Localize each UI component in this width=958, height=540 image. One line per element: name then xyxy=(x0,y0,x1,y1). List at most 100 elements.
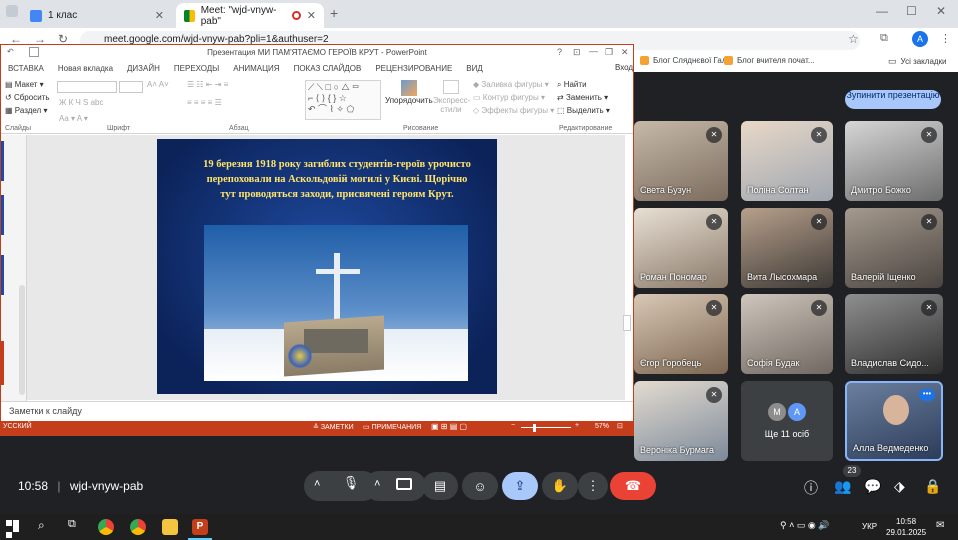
font-color-icons[interactable]: Aa ▾ A ▾ xyxy=(59,114,88,123)
participant-tile[interactable]: ✕ Поліна Солтан xyxy=(741,121,833,201)
notes-pane[interactable]: Заметки к слайду xyxy=(1,401,633,421)
scrollbar[interactable] xyxy=(19,285,25,395)
camera-icon[interactable] xyxy=(396,478,412,490)
powerpoint-icon[interactable]: P xyxy=(192,519,208,535)
host-controls-icon[interactable]: 🔒 xyxy=(924,478,941,495)
sign-in-link[interactable]: Вход xyxy=(615,63,633,72)
participant-tile[interactable]: ✕ Роман Пономар xyxy=(634,208,728,288)
notifications-icon[interactable]: ✉ xyxy=(936,520,944,531)
file-explorer-icon[interactable] xyxy=(162,519,178,535)
tab-insert[interactable]: ВСТАВКА xyxy=(1,62,51,76)
bookmark-star-icon[interactable]: ☆ xyxy=(848,32,859,46)
slide-text-box[interactable]: 19 березня 1918 року загиблих студентів-… xyxy=(201,157,473,225)
tab-search-icon[interactable] xyxy=(6,5,18,17)
font-name-select[interactable] xyxy=(57,81,117,93)
maximize-icon[interactable]: ☐ xyxy=(906,4,917,18)
zoom-level[interactable]: 57% xyxy=(595,423,609,430)
close-icon[interactable]: ✕ xyxy=(307,9,316,22)
zoom-slider[interactable] xyxy=(521,427,571,428)
quick-styles-button[interactable]: Экспресс-стили xyxy=(433,80,470,114)
new-tab-icon[interactable]: + xyxy=(330,5,338,21)
select-button[interactable]: ⬚ Выделить ▾ xyxy=(557,106,610,115)
participant-tile[interactable]: ✕ Дмитро Божко xyxy=(845,121,943,201)
reset-button[interactable]: ↺ Сбросить xyxy=(5,93,50,102)
windows-start-icon[interactable] xyxy=(6,520,20,538)
font-grow-icon[interactable]: A˄ A˅ xyxy=(147,80,169,89)
minimize-icon[interactable]: — xyxy=(589,46,598,56)
tab-review[interactable]: РЕЦЕНЗИРОВАНИЕ xyxy=(368,62,459,76)
leave-call-button[interactable]: ☎ xyxy=(610,472,656,500)
replace-button[interactable]: ⇄ Заменить ▾ xyxy=(557,93,608,102)
raise-hand-button[interactable]: ✋ xyxy=(542,472,578,500)
list-icons[interactable]: ☰ ☷ ⇤ ⇥ ≡ xyxy=(187,80,228,89)
participant-tile[interactable]: ✕ Света Бузун xyxy=(634,121,728,201)
chat-icon[interactable]: 💬 xyxy=(864,478,881,495)
stop-presenting-button[interactable]: Зупинити презентацію xyxy=(845,90,941,109)
tab-transitions[interactable]: ПЕРЕХОДЫ xyxy=(167,62,226,76)
align-icons[interactable]: ≡ ≡ ≡ ≡ ☰ xyxy=(187,98,222,107)
tab-view[interactable]: ВИД xyxy=(459,62,490,76)
minimize-icon[interactable]: — xyxy=(876,4,888,18)
shape-effects-button[interactable]: ◇ Эффекты фигуры ▾ xyxy=(473,106,554,115)
info-icon[interactable]: ⓘ xyxy=(804,478,818,498)
comments-toggle[interactable]: ▭ ПРИМЕЧАНИЯ xyxy=(363,423,421,431)
task-view-icon[interactable]: ⧉ xyxy=(68,518,76,531)
more-options-icon[interactable]: ••• xyxy=(919,389,935,401)
extensions-icon[interactable]: ⧉ xyxy=(880,32,888,45)
participant-tile[interactable]: ✕ Вита Лысохмара xyxy=(741,208,833,288)
slide-thumbnails[interactable] xyxy=(1,135,27,403)
tab-class[interactable]: 1 клас ✕ xyxy=(22,3,172,28)
find-button[interactable]: ⌕ Найти xyxy=(557,80,587,90)
arrange-button[interactable]: Упорядочить xyxy=(385,80,433,105)
chrome-icon[interactable] xyxy=(98,519,114,535)
bookmark-item[interactable]: Блог Сляднєвої Гал... xyxy=(640,56,733,65)
restore-icon[interactable]: ❐ xyxy=(605,47,613,58)
tab-meet[interactable]: Meet: "wjd-vnyw-pab" ✕ xyxy=(176,3,324,28)
present-button[interactable]: ⇪ xyxy=(502,472,538,500)
ribbon-display-icon[interactable]: ⊡ xyxy=(573,47,581,58)
participant-tile[interactable]: ✕ Владислав Сидо... xyxy=(845,294,943,374)
language-indicator[interactable]: УССКИЙ xyxy=(3,423,32,430)
all-bookmarks[interactable]: ▭ Усі закладки xyxy=(888,56,947,67)
chevron-up-icon[interactable]: ˄ xyxy=(374,478,380,490)
menu-icon[interactable]: ⋮ xyxy=(940,32,951,45)
chrome-profile-icon[interactable] xyxy=(130,519,146,535)
layout-button[interactable]: ▤ Макет ▾ xyxy=(5,80,44,89)
participant-tile-self[interactable]: ••• Алла Ведмеденко xyxy=(845,381,943,461)
shape-fill-button[interactable]: ◆ Заливка фигуры ▾ xyxy=(473,80,549,89)
font-size-select[interactable] xyxy=(119,81,143,93)
people-icon[interactable]: 👥 xyxy=(834,478,851,495)
tab-design[interactable]: ДИЗАЙН xyxy=(120,62,167,76)
reactions-button[interactable]: ☺ xyxy=(462,472,498,500)
search-icon[interactable]: ⌕ xyxy=(38,518,45,533)
qat-icon[interactable] xyxy=(29,47,39,57)
tab-animation[interactable]: АНИМАЦИЯ xyxy=(226,62,286,76)
participant-tile[interactable]: ✕ Єгор Горобець xyxy=(634,294,728,374)
participant-tile[interactable]: ✕ Софія Будак xyxy=(741,294,833,374)
tray-icons[interactable]: ⚲ ˄ ▭ ◉ 🔊 xyxy=(780,520,829,531)
more-participants-tile[interactable]: M A Ще 11 осіб xyxy=(741,381,833,461)
clock[interactable]: 10:58 29.01.2025 xyxy=(886,516,926,538)
undo-icon[interactable]: ↶ xyxy=(7,47,14,56)
vertical-scrollbar[interactable] xyxy=(623,315,631,331)
memorial-photo[interactable] xyxy=(204,225,468,381)
notes-toggle[interactable]: ≙ ЗАМЕТКИ xyxy=(313,423,354,431)
participant-tile[interactable]: ✕ Валерій Іщенко xyxy=(845,208,943,288)
more-options-button[interactable]: ⋮ xyxy=(578,472,608,500)
keyboard-language[interactable]: УКР xyxy=(862,522,877,531)
section-button[interactable]: ▦ Раздел ▾ xyxy=(5,106,47,115)
fit-slide-icon[interactable]: ⊡ xyxy=(617,422,623,430)
bookmark-item[interactable]: Блог вчителя почат... xyxy=(724,56,815,65)
tab-new[interactable]: Новая вкладка xyxy=(51,62,120,76)
chevron-up-icon[interactable]: ˄ xyxy=(314,478,320,490)
close-icon[interactable]: ✕ xyxy=(621,47,629,58)
activities-icon[interactable]: ⬗ xyxy=(894,478,905,495)
shape-outline-button[interactable]: ▭ Контур фигуры ▾ xyxy=(473,93,545,102)
profile-avatar[interactable]: A xyxy=(912,31,928,47)
participant-tile[interactable]: ✕ Вероніка Бурмага xyxy=(634,381,728,461)
zoom-slider-thumb[interactable] xyxy=(533,424,536,432)
captions-button[interactable]: ▤ xyxy=(422,472,458,500)
help-icon[interactable]: ? xyxy=(557,47,562,57)
microphone-icon[interactable]: 🎙 xyxy=(340,475,362,497)
close-icon[interactable]: ✕ xyxy=(155,9,164,22)
